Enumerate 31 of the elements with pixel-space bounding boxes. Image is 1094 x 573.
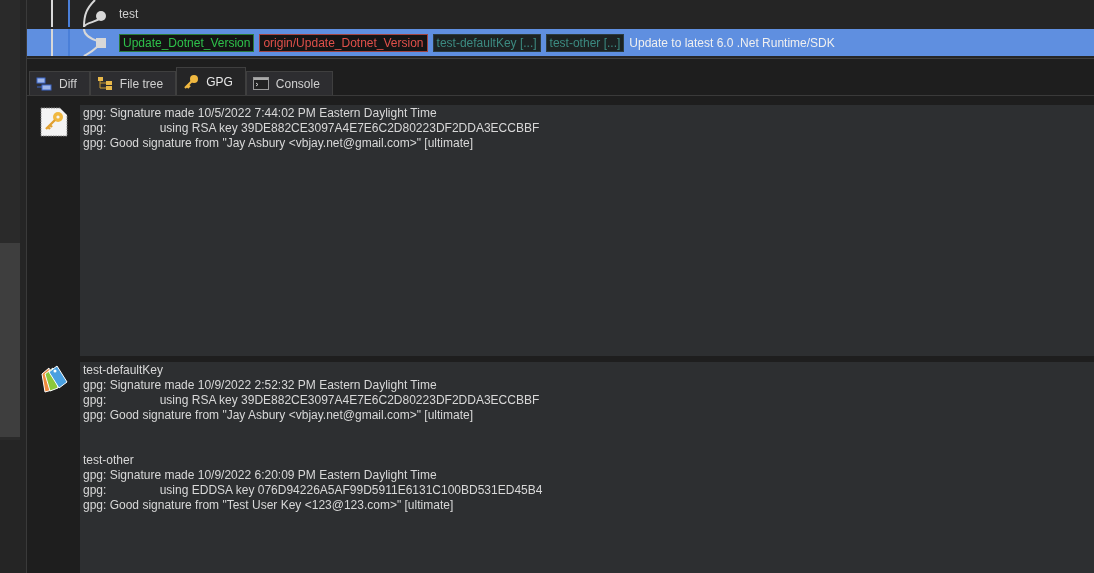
gpg-output-line: gpg: using EDDSA key 076D94226A5AF99D5911E6131C100BD531ED45B4 xyxy=(83,483,544,498)
tab[interactable]: Diff xyxy=(29,71,90,95)
gpg-output-line: gpg: Signature made 10/5/2022 7:44:02 PM Eastern Daylight Time xyxy=(83,106,438,121)
gpg-output-line: gpg: Good signature from "Test User Key <123@123.com>" [ultimate] xyxy=(83,498,455,513)
commit-message: Update to latest 6.0 .Net Runtime/SDK xyxy=(629,35,835,50)
branch-label: test-other [...] xyxy=(545,33,625,52)
console-icon xyxy=(252,77,269,90)
scrollbar-thumb[interactable] xyxy=(0,243,20,437)
gpg-output-line: gpg: using RSA key 39DE882CE3097A4E7E6C2D80223DF2DDA3ECCBBF xyxy=(83,121,541,136)
key-document-icon xyxy=(39,107,68,137)
key-icon xyxy=(183,73,200,90)
scrollbar[interactable] xyxy=(0,0,20,440)
branch-label: test-defaultKey [...] xyxy=(432,33,541,52)
tab[interactable]: File tree xyxy=(89,71,177,95)
branch-label: Update_Dotnet_Version xyxy=(119,33,255,52)
commit-row[interactable]: Update_Dotnet_Version origin/Update_Dotnet_Version test-defaultKey [...] test-other [...] Update to latest 6.0 .Net Runtime/SDK xyxy=(27,29,1094,56)
gpg-output-line: gpg: Signature made 10/9/2022 6:20:09 PM Eastern Daylight Time xyxy=(83,468,438,483)
commit-message: test xyxy=(119,6,139,21)
tag-name: test-other xyxy=(83,453,135,468)
gpg-output-line: gpg: using RSA key 39DE882CE3097A4E7E6C2D80223DF2DDA3ECCBBF xyxy=(83,393,541,408)
tag-name: test-defaultKey xyxy=(83,363,165,378)
gpg-output-line: gpg: Signature made 10/9/2022 2:52:32 PM Eastern Daylight Time xyxy=(83,378,438,393)
commit-row[interactable]: test xyxy=(27,0,1094,27)
gpg-output-line: gpg: Good signature from "Jay Asbury <vbjay.net@gmail.com>" [ultimate] xyxy=(83,408,474,423)
branch-label: origin/Update_Dotnet_Version xyxy=(259,33,428,52)
tab[interactable]: GPG xyxy=(176,67,246,95)
diff-icon xyxy=(36,76,52,91)
folder-tree-icon xyxy=(96,76,113,91)
tags-icon xyxy=(38,364,69,394)
tab[interactable]: Console xyxy=(245,71,333,95)
gpg-output-line: gpg: Good signature from "Jay Asbury <vbjay.net@gmail.com>" [ultimate] xyxy=(83,136,474,151)
